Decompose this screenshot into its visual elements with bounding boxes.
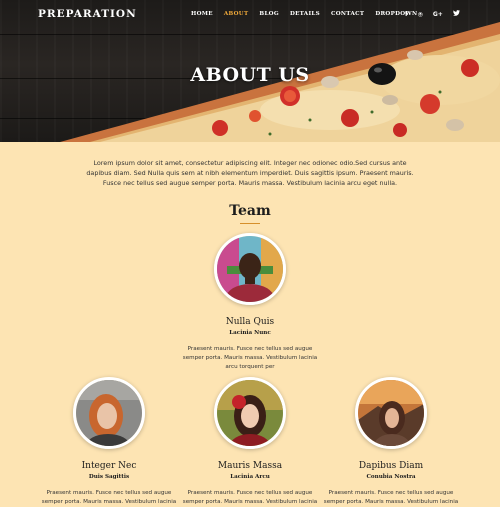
member-name: Integer Nec bbox=[81, 461, 137, 471]
main-menu: HOME ABOUT BLOG DETAILS CONTACT DROPDOWN… bbox=[191, 11, 422, 17]
heading-underline bbox=[240, 223, 260, 224]
social-links: f ◎ G+ bbox=[405, 10, 460, 18]
facebook-icon[interactable]: f bbox=[405, 11, 408, 18]
avatar bbox=[214, 233, 286, 305]
team-member-card: Dapibus Diam Conubia Nostra Praesent mau… bbox=[321, 377, 461, 507]
instagram-icon[interactable]: ◎ bbox=[418, 11, 423, 18]
member-role: Lacinia Nunc bbox=[229, 330, 271, 336]
site-logo[interactable]: PREPARATION bbox=[38, 8, 137, 20]
member-description: Praesent mauris. Fusce nec tellus sed au… bbox=[41, 490, 177, 505]
avatar bbox=[214, 377, 286, 449]
nav-blog[interactable]: BLOG bbox=[259, 11, 279, 17]
page-title: ABOUT US bbox=[190, 64, 310, 86]
member-name: Dapibus Diam bbox=[358, 461, 424, 471]
member-description: Praesent mauris. Fusce nec tellus sed au… bbox=[182, 346, 318, 370]
member-name: Nulla Quis bbox=[225, 317, 275, 327]
intro-paragraph: Lorem ipsum dolor sit amet, consectetur … bbox=[86, 159, 414, 187]
hero-banner: PREPARATION HOME ABOUT BLOG DETAILS CONT… bbox=[0, 0, 500, 142]
team-member-card: Mauris Massa Lacinia Arcu Praesent mauri… bbox=[180, 377, 320, 507]
team-heading: Team bbox=[229, 203, 271, 219]
member-description: Praesent mauris. Fusce nec tellus sed au… bbox=[182, 490, 318, 505]
twitter-icon[interactable] bbox=[452, 10, 460, 18]
nav-about[interactable]: ABOUT bbox=[224, 11, 249, 17]
team-member-card: Nulla Quis Lacinia Nunc Praesent mauris.… bbox=[180, 233, 320, 372]
nav-details[interactable]: DETAILS bbox=[290, 11, 320, 17]
member-description: Praesent mauris. Fusce nec tellus sed au… bbox=[323, 490, 459, 505]
top-navbar: PREPARATION HOME ABOUT BLOG DETAILS CONT… bbox=[0, 0, 500, 30]
nav-contact[interactable]: CONTACT bbox=[331, 11, 364, 17]
team-member-card: Integer Nec Duis Sagittis Praesent mauri… bbox=[39, 377, 179, 507]
avatar bbox=[355, 377, 427, 449]
member-name: Mauris Massa bbox=[217, 461, 283, 471]
member-role: Conubia Nostra bbox=[366, 474, 416, 480]
member-role: Lacinia Arcu bbox=[230, 474, 270, 480]
nav-home[interactable]: HOME bbox=[191, 11, 213, 17]
member-role: Duis Sagittis bbox=[88, 474, 130, 480]
avatar bbox=[73, 377, 145, 449]
google-plus-icon[interactable]: G+ bbox=[433, 11, 443, 18]
